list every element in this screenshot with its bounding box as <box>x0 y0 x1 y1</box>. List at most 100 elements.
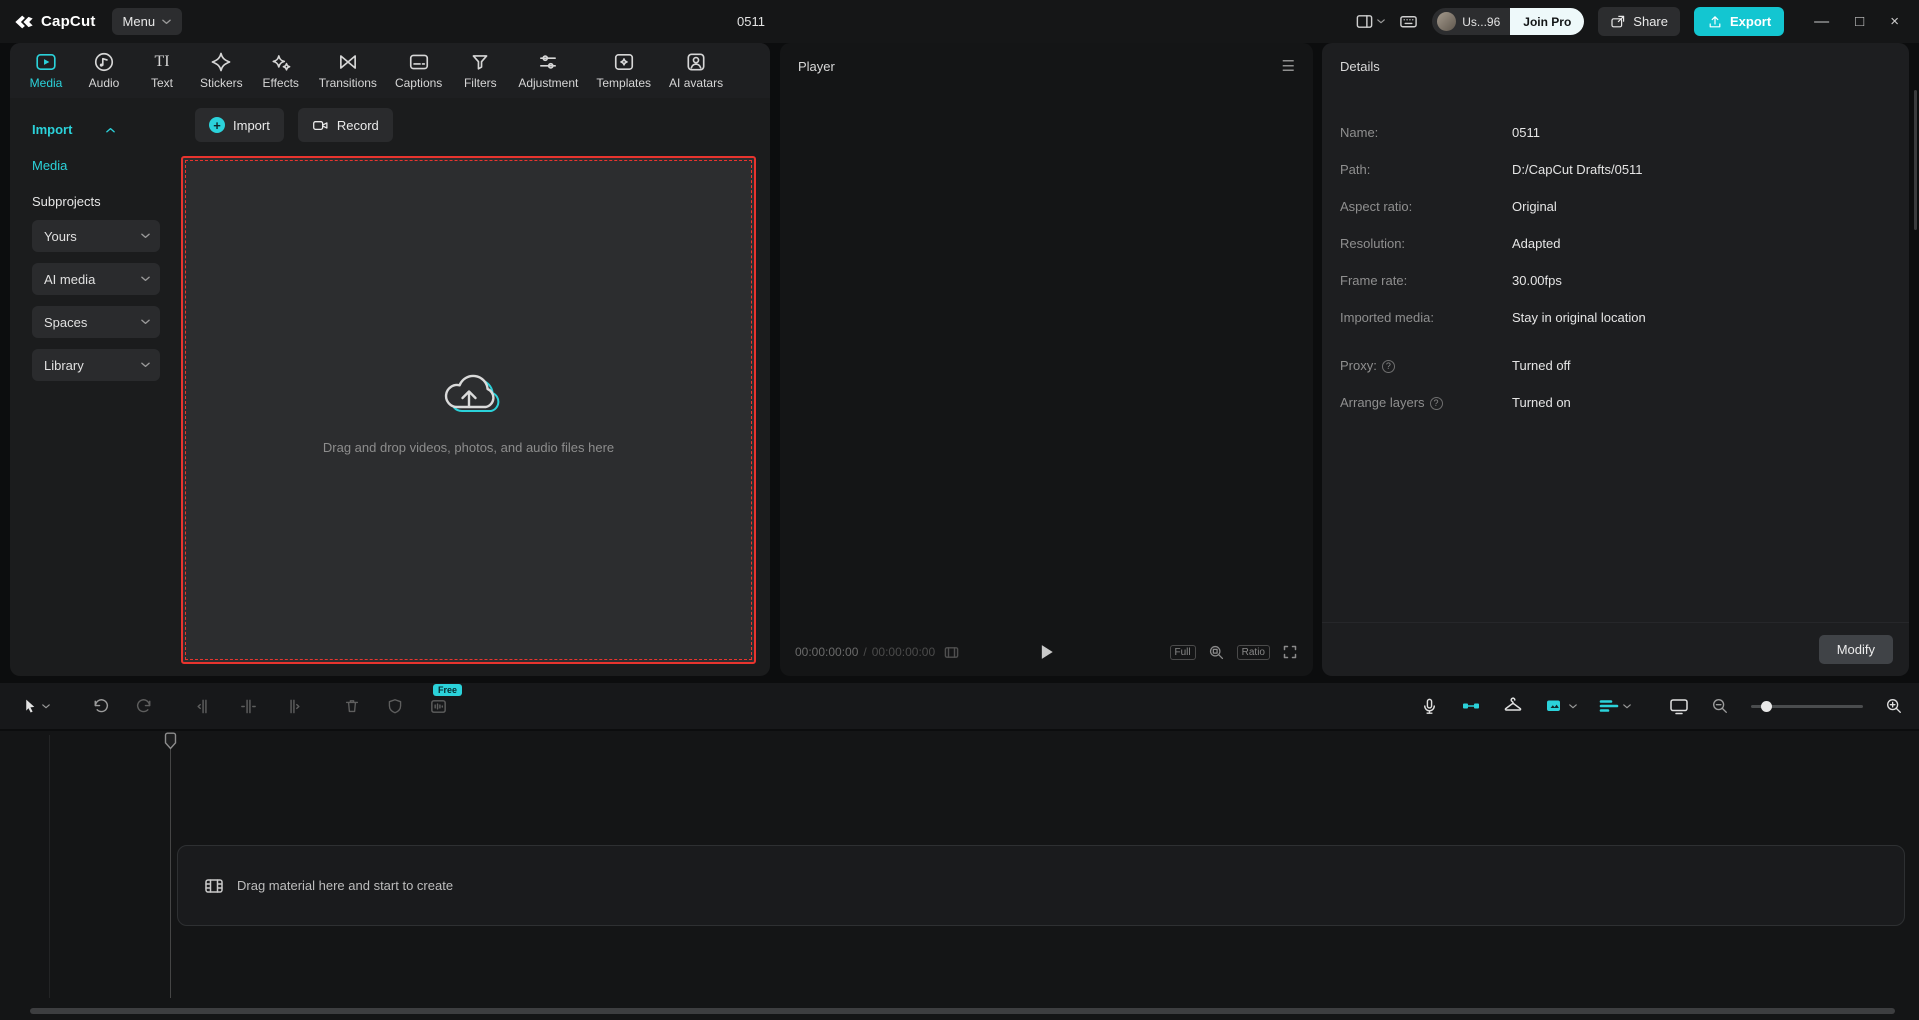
play-button[interactable] <box>1040 644 1054 660</box>
fullscreen-icon[interactable] <box>1282 644 1298 660</box>
layout-toggle-button[interactable] <box>1355 12 1385 31</box>
timecode-current: 00:00:00:00 <box>795 645 858 659</box>
player-panel: Player ☰ 00:00:00:00 / 00:00:00:00 Full … <box>780 43 1313 676</box>
delete-button[interactable] <box>343 697 361 715</box>
vertical-scrollbar[interactable] <box>1914 90 1917 230</box>
sidebar-group-label: Library <box>44 358 84 373</box>
details-label: Frame rate: <box>1340 271 1407 291</box>
tab-audio[interactable]: Audio <box>78 43 130 98</box>
chevron-down-icon <box>1569 704 1577 709</box>
help-icon[interactable]: ? <box>1382 360 1395 373</box>
record-button[interactable]: Record <box>298 108 393 142</box>
zoom-slider-knob[interactable] <box>1761 701 1772 712</box>
details-label: Arrange layers <box>1340 393 1425 413</box>
voiceover-button[interactable] <box>1420 697 1439 716</box>
tab-media[interactable]: Media <box>20 43 72 98</box>
player-viewport <box>780 89 1313 628</box>
window-close-button[interactable]: × <box>1890 13 1899 30</box>
ratio-button[interactable]: Ratio <box>1237 645 1270 660</box>
monitor-icon <box>1669 696 1689 716</box>
join-pro-label: Join Pro <box>1523 15 1571 29</box>
zoom-in-button[interactable] <box>1885 697 1903 715</box>
tab-adjustment[interactable]: Adjustment <box>512 43 584 98</box>
undo-button[interactable] <box>91 697 110 716</box>
timeline-toolbar: Free <box>0 683 1919 729</box>
share-button[interactable]: Share <box>1598 7 1680 36</box>
timecode-total: 00:00:00:00 <box>872 645 935 659</box>
tab-label: Adjustment <box>518 76 578 90</box>
zoom-out-button[interactable] <box>1711 697 1729 715</box>
user-badge-label: Us...96 <box>1462 15 1500 29</box>
delete-right-button[interactable] <box>283 697 302 716</box>
timeline-zoom-slider[interactable] <box>1751 705 1863 708</box>
menu-label: Menu <box>123 14 156 29</box>
details-value: Original <box>1512 197 1557 217</box>
sidebar-group-label: Yours <box>44 229 77 244</box>
details-panel: Details Name: 0511 Path: D:/CapCut Draft… <box>1322 43 1909 676</box>
sidebar-group-ai-media[interactable]: AI media <box>32 263 160 295</box>
sidebar-group-library[interactable]: Library <box>32 349 160 381</box>
project-title: 0511 <box>737 14 765 29</box>
tab-templates[interactable]: Templates <box>590 43 657 98</box>
import-button[interactable]: + Import <box>195 108 284 142</box>
text-to-speech-button[interactable]: Free <box>429 697 448 716</box>
shortcuts-button[interactable] <box>1399 12 1418 31</box>
sidebar-group-label: AI media <box>44 272 95 287</box>
avatar <box>1437 12 1456 31</box>
timeline-drop-text: Drag material here and start to create <box>237 878 453 893</box>
sidebar-group-spaces[interactable]: Spaces <box>32 306 160 338</box>
cover-button[interactable] <box>1545 697 1577 715</box>
select-tool-button[interactable] <box>22 697 50 715</box>
zoom-fit-icon[interactable] <box>1208 644 1225 661</box>
tab-text[interactable]: TI Text <box>136 43 188 98</box>
tab-stickers[interactable]: Stickers <box>194 43 249 98</box>
playhead-handle[interactable] <box>164 732 177 750</box>
export-button[interactable]: Export <box>1694 7 1784 36</box>
tab-captions[interactable]: Captions <box>389 43 448 98</box>
track-options-button[interactable] <box>1599 697 1631 715</box>
menu-button[interactable]: Menu <box>112 8 183 35</box>
sidebar-group-yours[interactable]: Yours <box>32 220 160 252</box>
record-label: Record <box>337 118 379 133</box>
delete-left-button[interactable] <box>195 697 214 716</box>
mask-button[interactable] <box>386 697 404 715</box>
horizontal-scrollbar[interactable] <box>30 1008 1895 1014</box>
tab-effects[interactable]: Effects <box>255 43 307 98</box>
linkage-button[interactable] <box>1503 696 1523 716</box>
timeline[interactable]: Drag material here and start to create <box>0 731 1919 1020</box>
redo-button[interactable] <box>135 697 154 716</box>
window-minimize-button[interactable]: — <box>1814 13 1829 30</box>
details-row-arrange-layers: Arrange layers ? Turned on <box>1340 393 1891 413</box>
tab-ai-avatars[interactable]: AI avatars <box>663 43 729 98</box>
chevron-down-icon <box>141 276 150 282</box>
player-menu-icon[interactable]: ☰ <box>1282 57 1295 75</box>
sidebar-item-media[interactable]: Media <box>32 158 165 173</box>
keyboard-icon <box>1399 12 1418 31</box>
help-icon[interactable]: ? <box>1430 397 1443 410</box>
import-dropzone[interactable]: Drag and drop videos, photos, and audio … <box>181 156 756 664</box>
frame-list-icon[interactable] <box>944 645 959 660</box>
preview-axis-button[interactable] <box>1669 696 1689 716</box>
track-divider <box>49 735 50 998</box>
chevron-down-icon <box>1623 704 1631 709</box>
filters-icon <box>469 51 491 73</box>
tab-transitions[interactable]: Transitions <box>313 43 383 98</box>
details-label: Imported media: <box>1340 308 1434 328</box>
details-value: D:/CapCut Drafts/0511 <box>1512 160 1643 180</box>
join-pro-button[interactable]: Join Pro <box>1510 8 1584 35</box>
user-badge[interactable]: Us...96 <box>1432 8 1510 35</box>
modify-button[interactable]: Modify <box>1819 635 1893 664</box>
split-button[interactable] <box>239 697 258 716</box>
tab-filters[interactable]: Filters <box>454 43 506 98</box>
share-label: Share <box>1633 14 1668 29</box>
magnetic-track-button[interactable] <box>1461 696 1481 716</box>
sidebar-item-subprojects[interactable]: Subprojects <box>32 194 165 209</box>
timecode: 00:00:00:00 / 00:00:00:00 <box>795 645 935 659</box>
timeline-drop-strip[interactable]: Drag material here and start to create <box>177 845 1905 926</box>
media-toolbar: + Import Record <box>165 98 770 152</box>
details-row-proxy: Proxy: ? Turned off <box>1340 356 1891 376</box>
full-quality-button[interactable]: Full <box>1170 645 1196 660</box>
sidebar-section-import[interactable]: Import <box>32 122 165 137</box>
window-maximize-button[interactable]: □ <box>1855 13 1864 30</box>
details-value: Turned on <box>1512 393 1571 413</box>
